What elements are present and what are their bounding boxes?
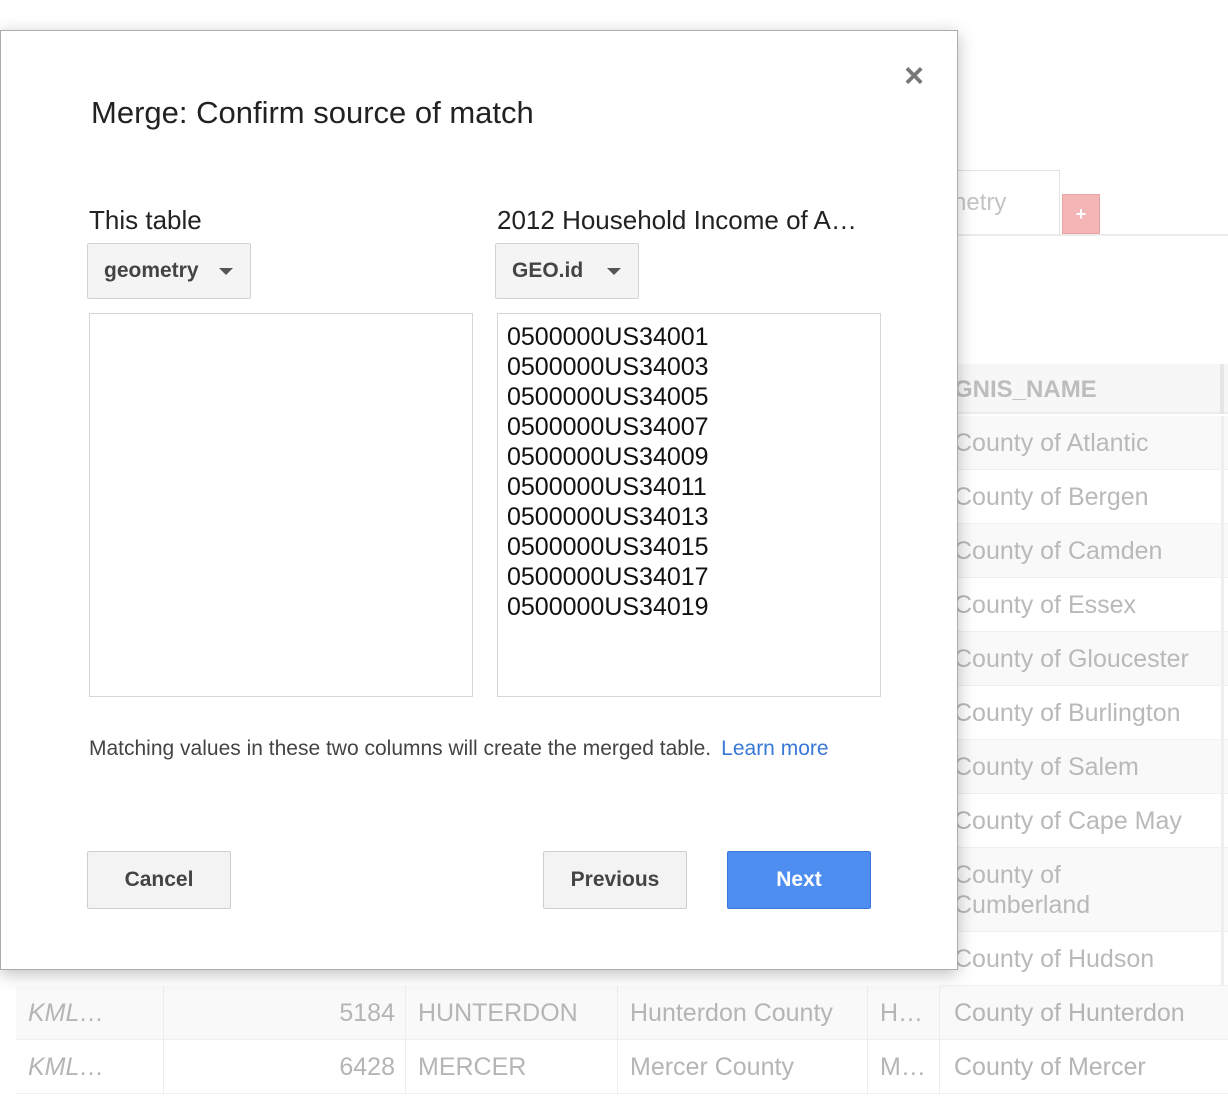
list-item: 0500000US34017 — [507, 563, 709, 591]
table-row[interactable]: County of Cape May — [940, 794, 1228, 848]
column-separator — [1220, 364, 1224, 414]
match-hint-text: Matching values in these two columns wil… — [89, 737, 712, 760]
column-header-label: GNIS_NAME — [954, 376, 1097, 403]
table-row[interactable]: County of Hudson — [940, 932, 1228, 986]
gnis-name-cell: County of Essex — [954, 591, 1137, 619]
this-table-column-value: geometry — [104, 259, 199, 282]
column-separator — [1221, 740, 1224, 793]
other-table-column-value: GEO.id — [512, 259, 584, 282]
column-separator — [1221, 524, 1224, 577]
name-cell: HUNTERDON — [406, 986, 618, 1040]
list-item: 0500000US34007 — [507, 413, 709, 441]
list-item: 0500000US34001 — [507, 323, 709, 351]
table-row[interactable]: County of Gloucester — [940, 632, 1228, 686]
table-row[interactable]: County of Bergen — [940, 470, 1228, 524]
gnis-name-cell: County of Atlantic — [954, 429, 1149, 457]
column-separator — [1221, 632, 1224, 685]
list-item: 0500000US34013 — [507, 503, 709, 531]
abbr-cell: M… — [868, 1040, 940, 1094]
close-icon[interactable]: × — [899, 59, 929, 93]
table-row[interactable]: County of Atlantic — [940, 416, 1228, 470]
other-table-values-list[interactable]: 0500000US34001 0500000US34003 0500000US340… — [497, 313, 881, 697]
gnis-name-cell: County of Bergen — [954, 483, 1149, 511]
gnis-name-cell: County of Cumberland — [954, 861, 1091, 919]
gnis-name-cell: County of Cape May — [954, 807, 1182, 835]
table-row[interactable]: County of Essex — [940, 578, 1228, 632]
value-cell: 5184 — [164, 986, 406, 1040]
geometry-tab[interactable]: netry — [940, 170, 1060, 234]
table-row[interactable]: KML… 6428 MERCER Mercer County M… County… — [16, 1040, 1228, 1094]
kml-cell: KML… — [16, 1040, 164, 1094]
column-separator — [1221, 932, 1224, 985]
this-table-label: This table — [89, 205, 202, 235]
gnis-name-cell: County of Burlington — [954, 699, 1181, 727]
column-separator — [1221, 794, 1224, 847]
cancel-button[interactable]: Cancel — [87, 851, 231, 909]
dialog-title: Merge: Confirm source of match — [91, 95, 534, 130]
learn-more-link[interactable]: Learn more — [721, 737, 828, 760]
column-separator — [1221, 416, 1224, 469]
chevron-down-icon — [219, 268, 233, 275]
other-table-column-dropdown[interactable]: GEO.id — [495, 243, 639, 299]
name-cell: MERCER — [406, 1040, 618, 1094]
gnis-cell: County of Mercer — [954, 1053, 1146, 1081]
list-item: 0500000US34003 — [507, 353, 709, 381]
value-cell: 6428 — [164, 1040, 406, 1094]
county-cell: Hunterdon County — [618, 986, 868, 1040]
other-table-label: 2012 Household Income of A… — [497, 205, 857, 235]
column-separator — [1221, 470, 1224, 523]
list-item: 0500000US34005 — [507, 383, 709, 411]
gnis-name-cell: County of Salem — [954, 753, 1139, 781]
gnis-name-cell: County of Hudson — [954, 945, 1155, 973]
this-table-column-dropdown[interactable]: geometry — [87, 243, 251, 299]
next-button[interactable]: Next — [727, 851, 871, 909]
column-separator — [1221, 578, 1224, 631]
gnis-cell: County of Hunterdon — [954, 999, 1185, 1027]
gnis-name-cell: County of Camden — [954, 537, 1163, 565]
table-row[interactable]: County of Salem — [940, 740, 1228, 794]
table-row[interactable]: County of Cumberland — [940, 848, 1228, 932]
chevron-down-icon — [607, 268, 621, 275]
kml-cell: KML… — [16, 986, 164, 1040]
table-row[interactable]: KML… 5184 HUNTERDON Hunterdon County H… … — [16, 986, 1228, 1040]
table-row[interactable]: County of Burlington — [940, 686, 1228, 740]
this-table-values-list[interactable] — [89, 313, 473, 697]
add-tab-button[interactable]: + — [1062, 194, 1100, 234]
geometry-tab-label: netry — [953, 189, 1007, 216]
list-item: 0500000US34011 — [507, 473, 707, 501]
abbr-cell: H… — [868, 986, 940, 1040]
list-item: 0500000US34009 — [507, 443, 709, 471]
previous-button[interactable]: Previous — [543, 851, 687, 909]
county-cell: Mercer County — [618, 1040, 868, 1094]
tab-divider — [940, 234, 1228, 236]
list-item: 0500000US34019 — [507, 593, 709, 621]
gnis-name-cell: County of Gloucester — [954, 645, 1189, 673]
table-row[interactable]: County of Camden — [940, 524, 1228, 578]
list-item: 0500000US34015 — [507, 533, 709, 561]
column-separator — [1221, 686, 1224, 739]
merge-dialog: × Merge: Confirm source of match This ta… — [0, 30, 958, 970]
column-separator — [1221, 848, 1224, 931]
match-hint: Matching values in these two columns wil… — [89, 737, 829, 761]
column-header-gnis-name[interactable]: GNIS_NAME — [940, 364, 1228, 414]
